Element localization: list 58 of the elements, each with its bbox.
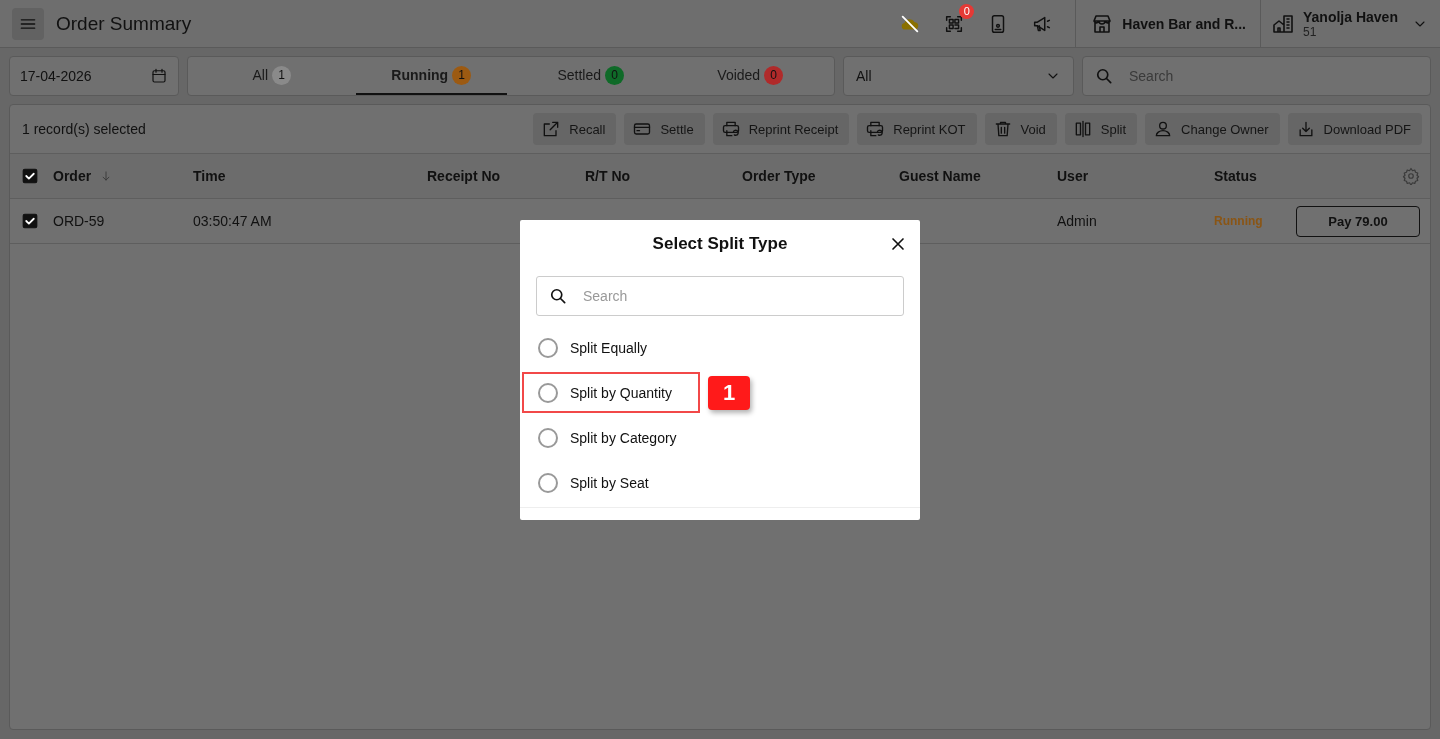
settings-icon[interactable] bbox=[1402, 167, 1420, 185]
printer-icon bbox=[720, 119, 741, 139]
radio-button[interactable] bbox=[538, 337, 558, 358]
status-tab[interactable]: Voided 0 bbox=[674, 57, 826, 95]
account-name: Yanolja Haven bbox=[1303, 8, 1399, 25]
radio-button[interactable] bbox=[538, 427, 558, 448]
radio-button[interactable] bbox=[538, 472, 558, 493]
radio-option[interactable]: Split by Category bbox=[522, 417, 700, 458]
notification-badge: 0 bbox=[959, 3, 975, 19]
account-selector[interactable]: Yanolja Haven 51 bbox=[1260, 0, 1440, 48]
action-button[interactable]: Void bbox=[984, 113, 1057, 145]
action-button[interactable]: Reprint Receipt bbox=[712, 113, 850, 145]
dialog-title: Select Split Type bbox=[652, 234, 788, 254]
step-number-badge: 1 bbox=[708, 375, 750, 410]
outlet-name: Haven Bar and R... bbox=[1122, 15, 1246, 32]
type-dropdown[interactable]: All bbox=[843, 56, 1074, 96]
radio-button[interactable] bbox=[538, 382, 558, 403]
column-header[interactable]: R/T No bbox=[585, 168, 631, 184]
search-icon bbox=[1094, 66, 1114, 86]
column-header[interactable]: Guest Name bbox=[899, 168, 981, 184]
outlet-selector[interactable]: Haven Bar and R... bbox=[1075, 0, 1260, 48]
status-tab[interactable]: All 1 bbox=[196, 57, 348, 95]
table-cell: 03:50:47 AM bbox=[193, 213, 272, 229]
column-header[interactable]: Time bbox=[193, 168, 226, 184]
action-button[interactable]: Change Owner bbox=[1145, 113, 1280, 145]
status-tab[interactable]: Settled 0 bbox=[515, 57, 667, 95]
menu-button[interactable] bbox=[12, 7, 44, 40]
table-cell: Admin bbox=[1057, 213, 1097, 229]
action-button[interactable]: Recall bbox=[533, 113, 617, 145]
action-button[interactable]: Reprint KOT bbox=[857, 113, 977, 145]
page-title: Order Summary bbox=[56, 12, 192, 35]
selection-count: 1 record(s) selected bbox=[22, 121, 146, 137]
pay-button[interactable]: Pay 79.00 bbox=[1296, 205, 1420, 237]
count-badge: 0 bbox=[605, 65, 625, 85]
checkbox[interactable] bbox=[21, 212, 39, 230]
status-tab[interactable]: Running 1 bbox=[355, 57, 507, 95]
radio-option[interactable]: Split by Quantity bbox=[522, 372, 700, 413]
count-badge: 1 bbox=[272, 65, 292, 85]
radio-option[interactable]: Split Equally bbox=[522, 327, 700, 368]
action-button[interactable]: Split bbox=[1064, 113, 1138, 145]
action-button[interactable]: Settle bbox=[624, 113, 705, 145]
radio-option[interactable]: Split by Seat bbox=[522, 462, 700, 503]
column-header[interactable]: Order Type bbox=[742, 168, 816, 184]
account-number: 51 bbox=[1303, 24, 1317, 39]
date-field[interactable]: 17-04-2026 bbox=[9, 56, 179, 96]
count-badge: 0 bbox=[764, 65, 784, 85]
printer-icon bbox=[865, 119, 886, 139]
action-button[interactable]: Download PDF bbox=[1287, 113, 1422, 145]
table-cell: ORD-59 bbox=[53, 213, 105, 229]
checkbox[interactable] bbox=[21, 167, 39, 185]
count-badge: 1 bbox=[452, 65, 472, 85]
column-header[interactable]: User bbox=[1057, 168, 1089, 184]
column-header[interactable]: Receipt No bbox=[427, 168, 501, 184]
status-label: Running bbox=[1214, 214, 1263, 228]
search-icon bbox=[548, 286, 568, 306]
calendar-icon bbox=[150, 67, 168, 85]
column-header[interactable]: Status bbox=[1214, 168, 1257, 184]
column-header[interactable]: Order bbox=[53, 168, 92, 184]
